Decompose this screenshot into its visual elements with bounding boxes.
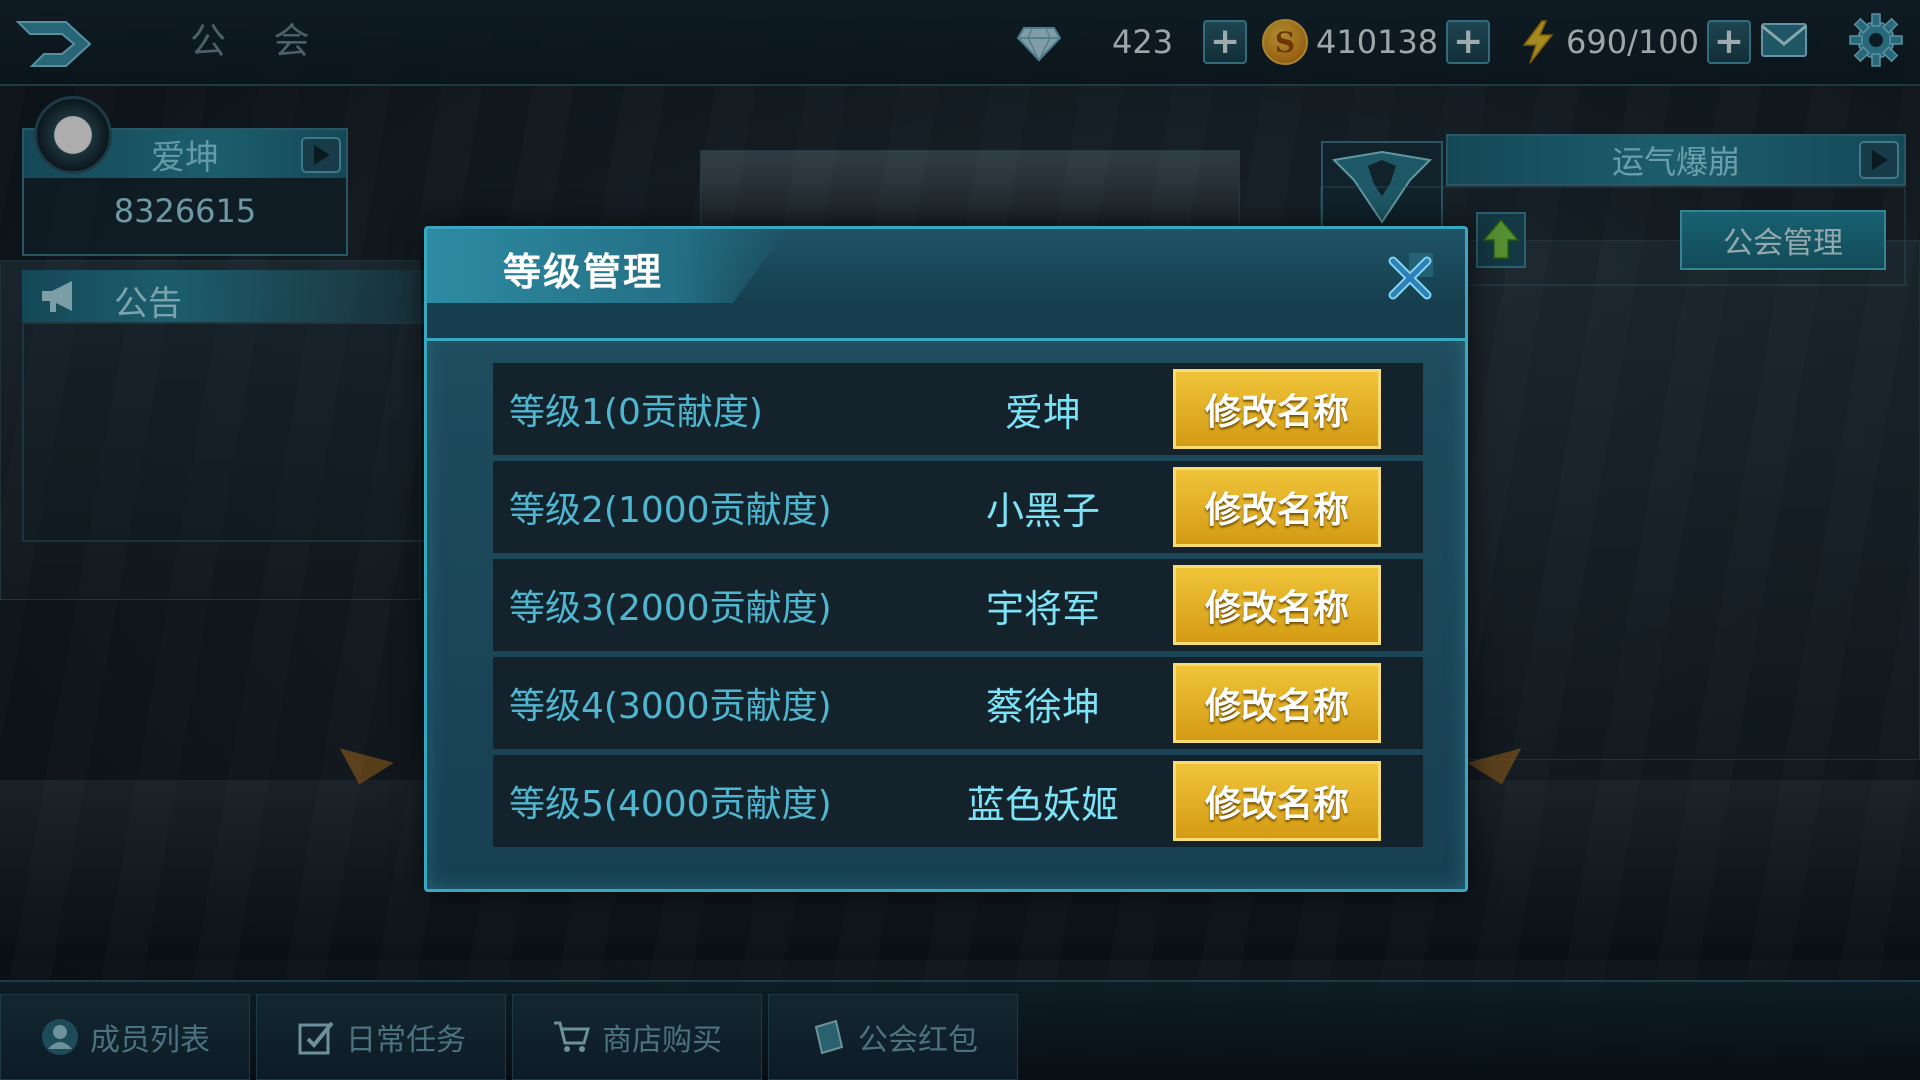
close-icon[interactable] <box>1385 251 1437 303</box>
rename-button[interactable]: 修改名称 <box>1173 467 1381 547</box>
level-title: 蓝色妖姬 <box>966 782 1119 827</box>
level-title: 宇将军 <box>985 586 1100 631</box>
level-list: 等级1(0贡献度) 爱坤 修改名称 等级2(1000贡献度) 小黑子 修改名称 … <box>493 363 1423 853</box>
level-requirement: 等级4(3000贡献度) <box>509 686 832 727</box>
level-requirement: 等级5(4000贡献度) <box>509 784 832 825</box>
level-management-dialog: 等级管理 等级1(0贡献度) 爱坤 修改名称 等级2(1000贡献度) 小黑子 … <box>424 226 1468 892</box>
level-title: 小黑子 <box>985 488 1100 533</box>
rename-button[interactable]: 修改名称 <box>1173 663 1381 743</box>
level-row: 等级2(1000贡献度) 小黑子 修改名称 <box>493 461 1423 553</box>
dialog-title: 等级管理 <box>503 250 664 294</box>
rename-button[interactable]: 修改名称 <box>1173 761 1381 841</box>
level-row: 等级1(0贡献度) 爱坤 修改名称 <box>493 363 1423 455</box>
level-requirement: 等级2(1000贡献度) <box>509 490 832 531</box>
level-row: 等级4(3000贡献度) 蔡徐坤 修改名称 <box>493 657 1423 749</box>
level-title: 爱坤 <box>1004 390 1081 435</box>
rename-button[interactable]: 修改名称 <box>1173 565 1381 645</box>
level-row: 等级3(2000贡献度) 宇将军 修改名称 <box>493 559 1423 651</box>
level-row: 等级5(4000贡献度) 蓝色妖姬 修改名称 <box>493 755 1423 847</box>
level-title: 蔡徐坤 <box>985 684 1100 729</box>
level-requirement: 等级1(0贡献度) <box>509 392 763 433</box>
rename-button[interactable]: 修改名称 <box>1173 369 1381 449</box>
level-requirement: 等级3(2000贡献度) <box>509 588 832 629</box>
